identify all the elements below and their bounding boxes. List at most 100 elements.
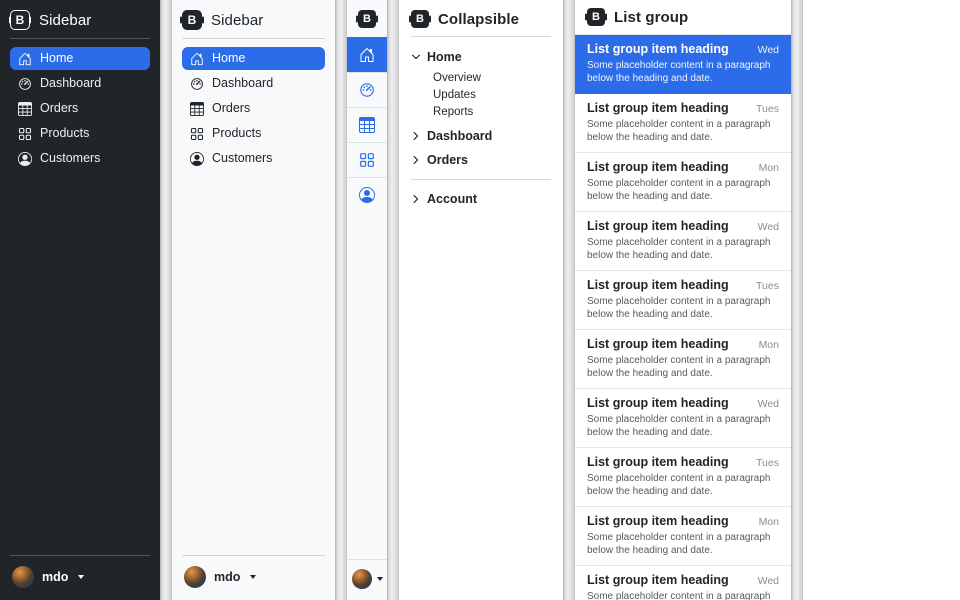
house-icon [359, 47, 375, 63]
list-item-body: Some placeholder content in a paragraph … [587, 354, 779, 380]
chevron-right-icon [411, 131, 421, 141]
rail-item-dashboard[interactable] [347, 72, 387, 107]
list-group-item[interactable]: List group item headingTuesSome placehol… [575, 271, 791, 330]
rail-item-products[interactable] [347, 142, 387, 177]
user-menu-toggle[interactable]: mdo [10, 564, 150, 590]
list-item-day: Tues [756, 103, 779, 115]
list-item-top-row: List group item heading Tues [587, 455, 779, 470]
house-icon [18, 52, 32, 66]
list-item-heading: List group item heading [587, 514, 729, 529]
user-name: mdo [42, 570, 68, 584]
tree-toggle-label: Orders [427, 153, 468, 167]
bootstrap-logo-icon: B [411, 10, 429, 28]
list-group-item[interactable]: List group item headingMonSome placehold… [575, 153, 791, 212]
user-menu-toggle[interactable]: mdo [182, 564, 325, 590]
list-item-day: Wed [758, 398, 779, 410]
list-item-heading: List group item heading [587, 278, 729, 293]
rail-item-orders[interactable] [347, 107, 387, 142]
tree-toggle-dashboard[interactable]: Dashboard [411, 124, 551, 148]
list-group-item[interactable]: List group item headingWed Some placehold… [575, 35, 791, 94]
list-item-body: Some placeholder content in a paragraph … [587, 413, 779, 439]
list-item-body: Some placeholder content in a paragraph … [587, 59, 779, 85]
sidebar-dark-nav: Home Dashboard OrdersProducts Customers [10, 47, 150, 172]
list-group-item[interactable]: List group item heading Wed Some placehold… [575, 389, 791, 448]
list-item-body: Some placeholder content in a paragraph … [587, 590, 779, 600]
list-item-top-row: List group item headingWed [587, 219, 779, 234]
nav-item-dashboard[interactable]: Dashboard [10, 72, 150, 95]
nav-item-customers[interactable]: Customers [182, 147, 325, 170]
list-group-item[interactable]: List group item headingMonSome placehold… [575, 507, 791, 566]
list-item-top-row: List group item headingWed [587, 573, 779, 588]
nav-item-products[interactable]: Products [10, 122, 150, 145]
nav-item-orders[interactable]: Orders [182, 97, 325, 120]
list-item-day: Mon [759, 516, 779, 528]
list-item-day: Tues [756, 457, 779, 469]
house-icon [190, 52, 204, 66]
bootstrap-logo-icon: B [587, 8, 605, 26]
tree-toggle-orders[interactable]: Orders [411, 148, 551, 172]
rail-item-home[interactable] [347, 37, 387, 72]
nav-item-label: Dashboard [40, 76, 101, 91]
list-item-body: Some placeholder content in a paragraph … [587, 472, 779, 498]
list-item-day: Mon [759, 339, 779, 351]
nav-item-label: Home [40, 51, 73, 66]
list-group-item[interactable]: List group item heading Tues Some placehol… [575, 448, 791, 507]
tree-toggle-account[interactable]: Account [411, 187, 551, 211]
nav-item-products[interactable]: Products [182, 122, 325, 145]
subnav-home: OverviewUpdatesReports [411, 69, 551, 120]
nav-item-home[interactable]: Home [182, 47, 325, 70]
bootstrap-logo-icon: B [182, 10, 202, 30]
nav-item-home[interactable]: Home [10, 47, 150, 70]
list-group-item[interactable]: List group item heading Tues Some placehol… [575, 94, 791, 153]
list-group-scrollarea[interactable]: List group item heading Wed Some placehold… [575, 35, 791, 600]
list-group-header[interactable]: B List group [575, 0, 791, 35]
bootstrap-logo-link[interactable]: B [347, 0, 387, 37]
person-circle-icon [190, 152, 204, 166]
speedometer-icon [359, 82, 375, 98]
avatar [352, 569, 372, 589]
list-item-top-row: List group item heading Tues [587, 101, 779, 116]
tree-toggle-label: Home [427, 50, 462, 64]
list-group-item[interactable]: List group item headingWed Some placehold… [575, 212, 791, 271]
list-item-top-row: List group item headingWed [587, 42, 779, 57]
divider [10, 555, 150, 556]
sidebar-collapsible: B Collapsible Home OverviewUpdatesReports… [399, 0, 563, 600]
bootstrap-logo-icon: B [10, 10, 30, 30]
list-item-heading: List group item heading [587, 455, 729, 470]
list-item-heading: List group item heading [587, 101, 729, 116]
rail-item-customers[interactable] [347, 177, 387, 212]
sidebar-dark-brand[interactable]: B Sidebar [10, 10, 150, 30]
collapsible-nav: Home OverviewUpdatesReports Dashboard Order… [411, 45, 551, 211]
list-group-item[interactable]: List group item headingWed Some placehold… [575, 566, 791, 600]
collapsible-brand[interactable]: B Collapsible [411, 10, 551, 28]
list-item-heading: List group item heading [587, 573, 729, 588]
list-item-heading: List group item heading [587, 396, 729, 411]
nav-item-label: Customers [40, 151, 100, 166]
sidebar-dark-footer: mdo [10, 547, 150, 590]
person-circle-icon [359, 187, 375, 203]
list-item-body: Some placeholder content in a paragraph … [587, 236, 779, 262]
chevron-down-icon [411, 52, 421, 62]
subnav-item-updates[interactable]: Updates [411, 86, 551, 103]
caret-down-icon [250, 575, 256, 579]
list-item-top-row: List group item heading Wed [587, 396, 779, 411]
nav-item-orders[interactable]: Orders [10, 97, 150, 120]
tree-toggle-home[interactable]: Home [411, 45, 551, 69]
page-background [803, 0, 960, 600]
list-group-item[interactable]: List group item heading Mon Some placehold… [575, 330, 791, 389]
sidebar-dark-title: Sidebar [39, 12, 91, 29]
nav-item-dashboard[interactable]: Dashboard [182, 72, 325, 95]
list-item-top-row: List group item headingMon [587, 160, 779, 175]
subnav-item-reports[interactable]: Reports [411, 103, 551, 120]
subnav-item-overview[interactable]: Overview [411, 69, 551, 86]
sidebar-light-brand[interactable]: B Sidebar [182, 10, 325, 30]
user-menu-toggle[interactable] [347, 559, 387, 600]
divider [182, 555, 325, 556]
person-circle-icon [18, 152, 32, 166]
list-item-heading: List group item heading [587, 337, 729, 352]
example-divider [160, 0, 172, 600]
caret-down-icon [78, 575, 84, 579]
example-divider [791, 0, 803, 600]
list-item-body: Some placeholder content in a paragraph … [587, 118, 779, 144]
nav-item-customers[interactable]: Customers [10, 147, 150, 170]
